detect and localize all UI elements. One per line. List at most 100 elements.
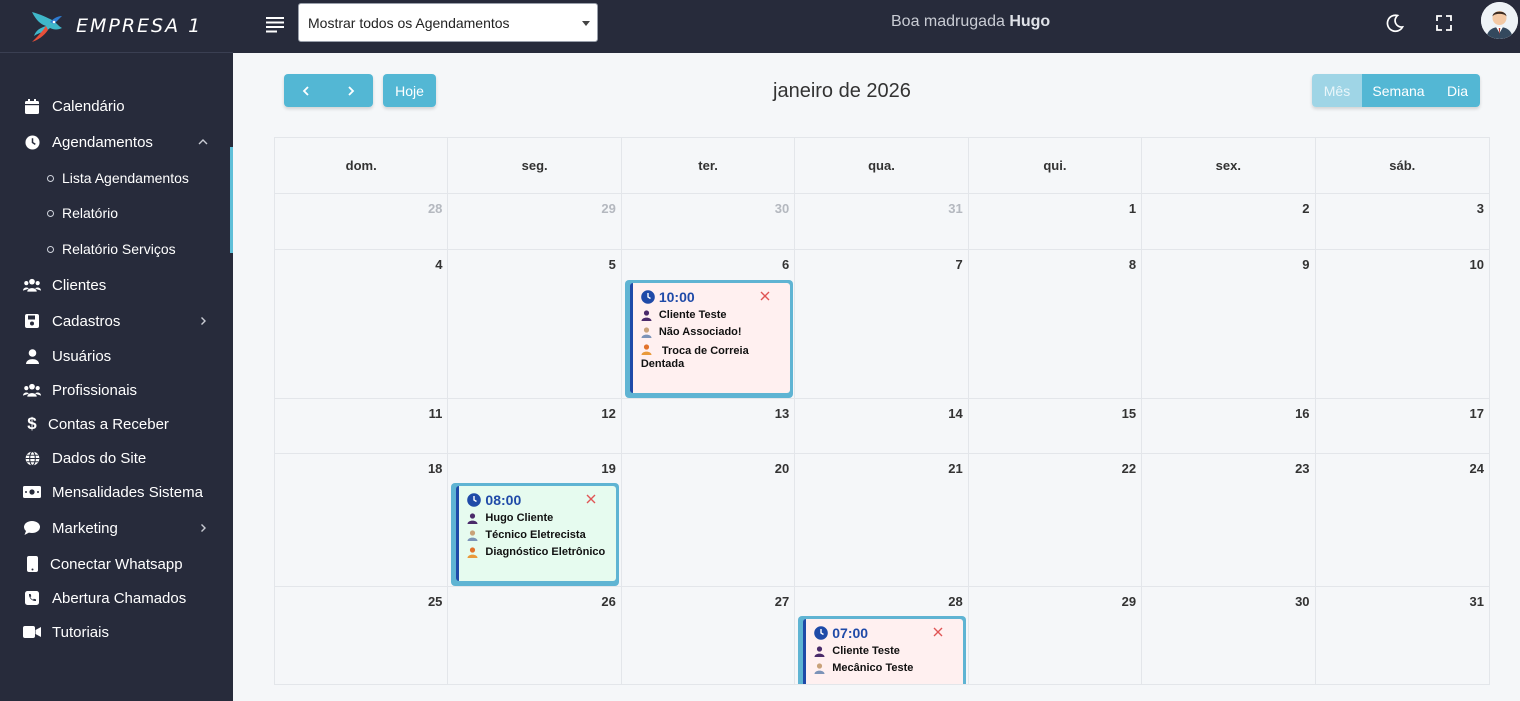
day-cell[interactable]: 21: [795, 454, 969, 586]
event-card[interactable]: 10:00 Cliente Teste Não Associado! Troca…: [624, 280, 793, 398]
day-cell[interactable]: 13: [622, 399, 796, 453]
today-button[interactable]: Hoje: [383, 74, 436, 107]
day-cell[interactable]: 20: [622, 454, 796, 586]
day-cell[interactable]: 27: [622, 587, 796, 684]
sidebar-item-usuarios[interactable]: Usuários: [0, 341, 233, 371]
sidebar-item-abertura-chamados[interactable]: Abertura Chamados: [0, 583, 233, 613]
day-cell[interactable]: 15: [969, 399, 1143, 453]
day-cell[interactable]: 31: [1316, 587, 1489, 684]
sidebar-item-clientes[interactable]: Clientes: [0, 270, 233, 300]
prev-button[interactable]: [284, 74, 328, 107]
day-cell[interactable]: 6 10:00 Cliente Teste Não Associado! Tro…: [622, 250, 796, 398]
day-number: 7: [955, 257, 963, 272]
day-cell[interactable]: 31: [795, 194, 969, 249]
caret-down-icon: [582, 21, 590, 26]
hummingbird-logo-icon: [32, 12, 62, 42]
sidebar-subitem-relatorio-servicos[interactable]: Relatório Serviços: [0, 235, 233, 263]
day-cell[interactable]: 19 08:00 Hugo Cliente Técnico Eletrecist…: [448, 454, 622, 586]
view-month-button[interactable]: Mês: [1312, 74, 1362, 107]
day-cell[interactable]: 8: [969, 250, 1143, 398]
sidebar-item-calendario[interactable]: Calendário: [0, 91, 233, 121]
day-cell[interactable]: 22: [969, 454, 1143, 586]
day-cell[interactable]: 1: [969, 194, 1143, 249]
day-cell[interactable]: 5: [448, 250, 622, 398]
event-card[interactable]: 08:00 Hugo Cliente Técnico Eletrecista D…: [451, 483, 620, 586]
sidebar-item-agendamentos[interactable]: Agendamentos: [0, 127, 233, 157]
sidebar-item-mensalidades-sistema[interactable]: Mensalidades Sistema: [0, 477, 233, 507]
event-client-text: Cliente Teste: [658, 309, 727, 321]
sidebar-item-tutoriais[interactable]: Tutoriais: [0, 617, 233, 647]
day-cell[interactable]: 10: [1316, 250, 1489, 398]
filter-selected-value: Mostrar todos os Agendamentos: [308, 14, 510, 31]
event-professional-text: Não Associado!: [658, 326, 742, 338]
user-avatar[interactable]: [1481, 2, 1518, 39]
day-number: 10: [1469, 257, 1484, 272]
weekday-label: sáb.: [1389, 158, 1416, 173]
professional-person-icon: [641, 327, 652, 338]
day-cell[interactable]: 3: [1316, 194, 1489, 249]
dollar-icon: $: [27, 414, 37, 433]
menu-icon[interactable]: [265, 14, 285, 34]
day-cell[interactable]: 29: [969, 587, 1143, 684]
day-cell[interactable]: 12: [448, 399, 622, 453]
sidebar-item-dados-do-site[interactable]: Dados do Site: [0, 443, 233, 473]
fullscreen-icon[interactable]: [1433, 12, 1455, 34]
event-professional: Mecânico Teste: [814, 662, 955, 675]
brand[interactable]: EMPRESA 1: [0, 0, 233, 53]
day-cell[interactable]: 9: [1142, 250, 1316, 398]
avatar-icon: [1481, 2, 1518, 39]
day-cell[interactable]: 11: [275, 399, 449, 453]
view-week-button[interactable]: Semana: [1362, 74, 1435, 107]
event-client: Hugo Cliente: [467, 512, 608, 525]
clock-icon: [814, 626, 829, 640]
sidebar-item-profissionais[interactable]: Profissionais: [0, 375, 233, 405]
sidebar-subitem-lista-agendamentos[interactable]: Lista Agendamentos: [0, 164, 233, 192]
day-number: 9: [1302, 257, 1310, 272]
day-cell[interactable]: 23: [1142, 454, 1316, 586]
chevron-left-icon: [302, 85, 309, 96]
day-cell[interactable]: 16: [1142, 399, 1316, 453]
day-cell[interactable]: 25: [275, 587, 449, 684]
calendar-week: 28 29 30 31 1 2 3: [274, 193, 1490, 249]
day-number: 30: [1295, 594, 1310, 609]
day-cell[interactable]: 4: [275, 250, 449, 398]
day-cell[interactable]: 17: [1316, 399, 1489, 453]
sidebar-subitem-relatorio[interactable]: Relatório: [0, 199, 233, 227]
appointments-filter-select[interactable]: Mostrar todos os Agendamentos: [298, 3, 598, 42]
sidebar-item-label: Abertura Chamados: [52, 589, 187, 607]
day-cell[interactable]: 24: [1316, 454, 1489, 586]
topbar: Mostrar todos os Agendamentos Boa madrug…: [233, 0, 1520, 53]
user-icon: [23, 347, 41, 365]
day-cell[interactable]: 7: [795, 250, 969, 398]
day-number: 29: [601, 201, 616, 216]
day-cell[interactable]: 14: [795, 399, 969, 453]
close-icon[interactable]: [933, 627, 943, 637]
day-number: 3: [1476, 201, 1484, 216]
sidebar-item-conectar-whatsapp[interactable]: Conectar Whatsapp: [0, 549, 233, 579]
day-cell[interactable]: 30: [1142, 587, 1316, 684]
day-cell[interactable]: 28: [275, 194, 449, 249]
sidebar-item-marketing[interactable]: Marketing: [0, 513, 233, 543]
day-cell[interactable]: 29: [448, 194, 622, 249]
view-day-button[interactable]: Dia: [1435, 74, 1480, 107]
day-cell[interactable]: 28 07:00 Cliente Teste Mecânico Teste: [795, 587, 969, 684]
day-cell[interactable]: 26: [448, 587, 622, 684]
next-button[interactable]: [328, 74, 373, 107]
event-time-text: 10:00: [658, 289, 695, 305]
day-cell[interactable]: 2: [1142, 194, 1316, 249]
event-card[interactable]: 07:00 Cliente Teste Mecânico Teste: [798, 616, 967, 684]
close-icon[interactable]: [760, 291, 770, 301]
users-icon: [23, 276, 41, 294]
sidebar-item-contas-a-receber[interactable]: $ Contas a Receber: [0, 409, 233, 439]
sidebar-item-cadastros[interactable]: Cadastros: [0, 306, 233, 336]
chevron-up-icon: [198, 139, 208, 145]
day-cell[interactable]: 30: [622, 194, 796, 249]
greeting-text: Boa madrugada: [891, 13, 1005, 30]
sidebar-item-label: Conectar Whatsapp: [50, 555, 183, 573]
brand-name: EMPRESA 1: [76, 15, 203, 37]
day-number: 12: [601, 406, 616, 421]
day-number: 19: [601, 461, 616, 476]
moon-icon[interactable]: [1384, 12, 1406, 34]
day-cell[interactable]: 18: [275, 454, 449, 586]
close-icon[interactable]: [586, 494, 596, 504]
